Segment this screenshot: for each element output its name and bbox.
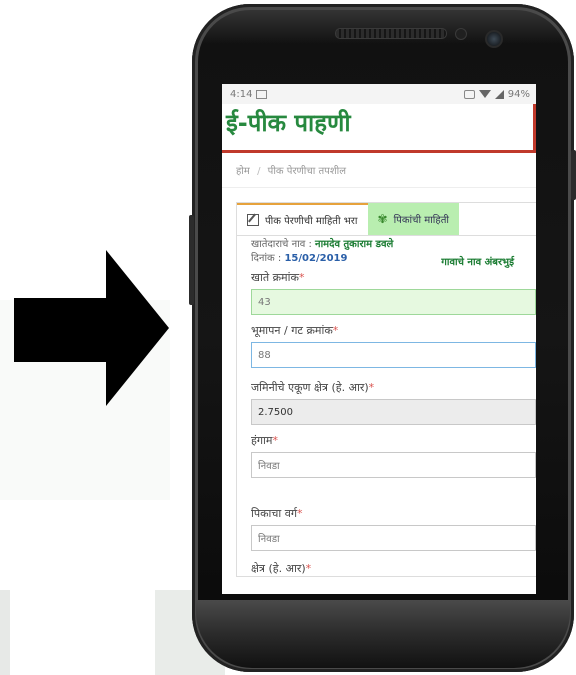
crop-form: खातेदाराचे नाव : नामदेव तुकाराम डवले दिन… <box>237 236 536 576</box>
owner-info: खातेदाराचे नाव : नामदेव तुकाराम डवले दिन… <box>251 236 536 268</box>
leaf-icon: ✾ <box>377 212 388 226</box>
status-bar: 4:14 94% <box>222 84 536 104</box>
breadcrumb-home[interactable]: होम <box>236 166 250 177</box>
power-button <box>571 150 576 200</box>
date-label: दिनांक : <box>251 253 282 264</box>
account-number-label: खाते क्रमांक* <box>251 271 305 284</box>
app-title: ई-पीक पाहणी <box>226 109 351 137</box>
survey-number-input[interactable]: 88 <box>251 342 536 368</box>
app-header: ई-पीक पाहणी <box>222 104 536 153</box>
phone-screen: 4:14 94% ई-पीक पाहणी होम / पीक पेरणीचा त… <box>222 84 536 594</box>
vibrate-icon <box>463 89 475 99</box>
tab-label: पीक पेरणीची माहिती भरा <box>265 216 358 227</box>
right-arrow-icon <box>14 250 169 406</box>
sensor-dot <box>455 28 467 40</box>
tab-label: पिकांची माहिती <box>393 215 449 226</box>
crop-class-select[interactable]: निवडा <box>251 525 536 551</box>
breadcrumb: होम / पीक पेरणीचा तपशील <box>222 153 536 188</box>
tab-bar: पीक पेरणीची माहिती भरा ✾ पिकांची माहिती <box>237 203 536 236</box>
phone-chin <box>196 600 570 668</box>
breadcrumb-current: पीक पेरणीचा तपशील <box>267 166 347 177</box>
status-time: 4:14 <box>230 88 253 100</box>
notification-icon <box>256 89 268 99</box>
owner-name: नामदेव तुकाराम डवले <box>315 239 394 250</box>
pencil-icon <box>247 214 259 226</box>
volume-button <box>189 215 194 305</box>
survey-number-label: भूमापन / गट क्रमांक* <box>251 324 339 337</box>
speaker-grille <box>335 28 447 39</box>
total-area-input: 2.7500 <box>251 399 536 425</box>
account-number-input[interactable]: 43 <box>251 289 536 315</box>
signal-icon <box>494 89 504 99</box>
season-select[interactable]: निवडा <box>251 452 536 478</box>
total-area-label: जमिनीचे एकूण क्षेत्र (हे. आर)* <box>251 381 375 394</box>
tab-crop-info[interactable]: ✾ पिकांची माहिती <box>367 203 459 235</box>
breadcrumb-separator: / <box>257 166 261 177</box>
area-label: क्षेत्र (हे. आर)* <box>251 562 312 575</box>
tab-fill-crop-info[interactable]: पीक पेरणीची माहिती भरा <box>237 203 368 235</box>
background-block <box>0 590 10 675</box>
crop-class-label: पिकाचा वर्ग* <box>251 507 303 520</box>
form-card: पीक पेरणीची माहिती भरा ✾ पिकांची माहिती … <box>236 202 536 577</box>
season-label: हंगाम* <box>251 434 278 447</box>
front-camera-icon <box>485 30 503 48</box>
date-value: 15/02/2019 <box>284 253 348 264</box>
village-name: गावाचे नाव अंबरभुई <box>441 257 514 268</box>
owner-label: खातेदाराचे नाव : <box>251 239 312 250</box>
battery-level: 94% <box>507 88 530 100</box>
wifi-icon <box>478 90 491 98</box>
